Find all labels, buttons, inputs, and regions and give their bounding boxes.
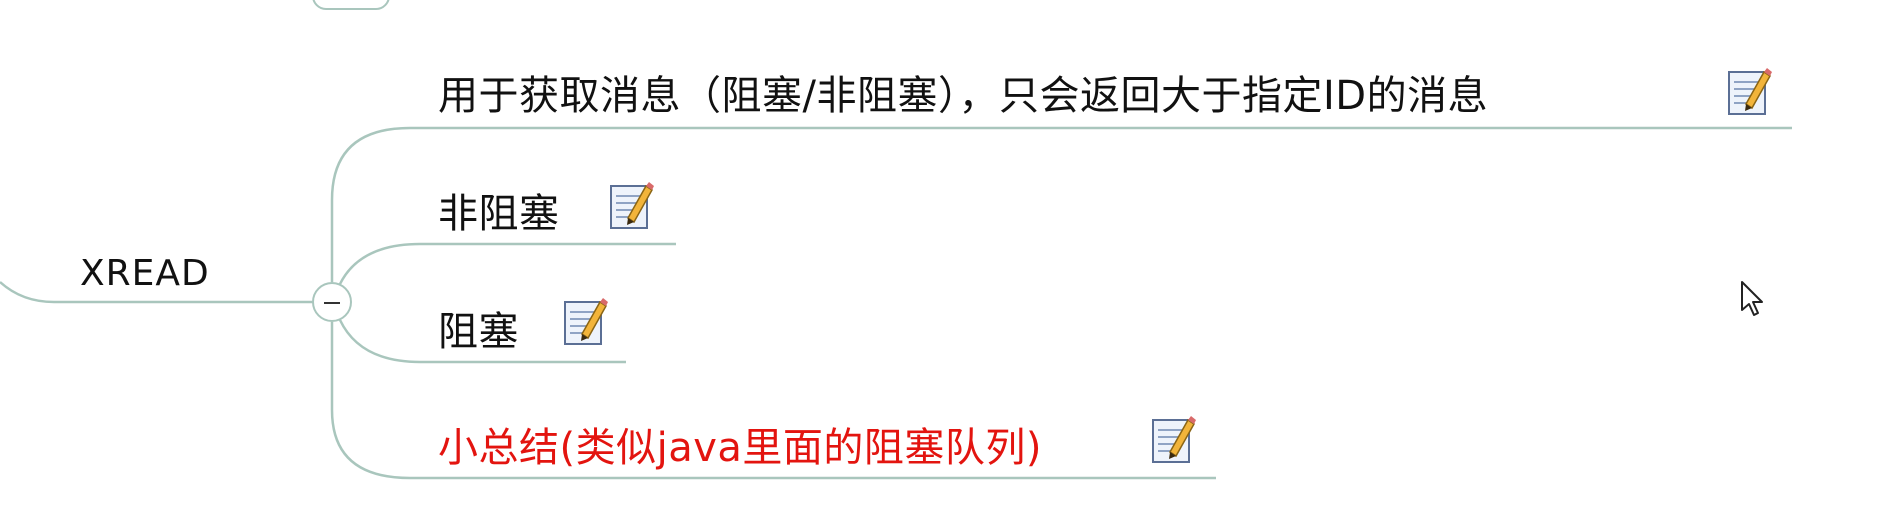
mindmap-canvas: XREAD 用于获取消息（阻塞/非阻塞），只会返回大于指定ID的消息 非阻塞 阻… (0, 0, 1903, 511)
child-node-3-label[interactable]: 阻塞 (438, 312, 519, 352)
connector-child-2 (338, 242, 676, 285)
note-pencil-icon[interactable] (1726, 66, 1772, 118)
child-node-4-label[interactable]: 小总结(类似java里面的阻塞队列) (438, 428, 1042, 468)
collapse-button[interactable] (312, 282, 352, 322)
root-node-label[interactable]: XREAD (80, 256, 210, 292)
offscreen-node[interactable] (312, 0, 390, 10)
note-pencil-icon[interactable] (562, 296, 608, 348)
child-node-1-label[interactable]: 用于获取消息（阻塞/非阻塞），只会返回大于指定ID的消息 (438, 76, 1488, 116)
note-pencil-icon[interactable] (1150, 414, 1196, 466)
mouse-pointer-icon (1741, 281, 1763, 316)
child-node-2-label[interactable]: 非阻塞 (438, 194, 560, 234)
note-pencil-icon[interactable] (608, 180, 654, 232)
